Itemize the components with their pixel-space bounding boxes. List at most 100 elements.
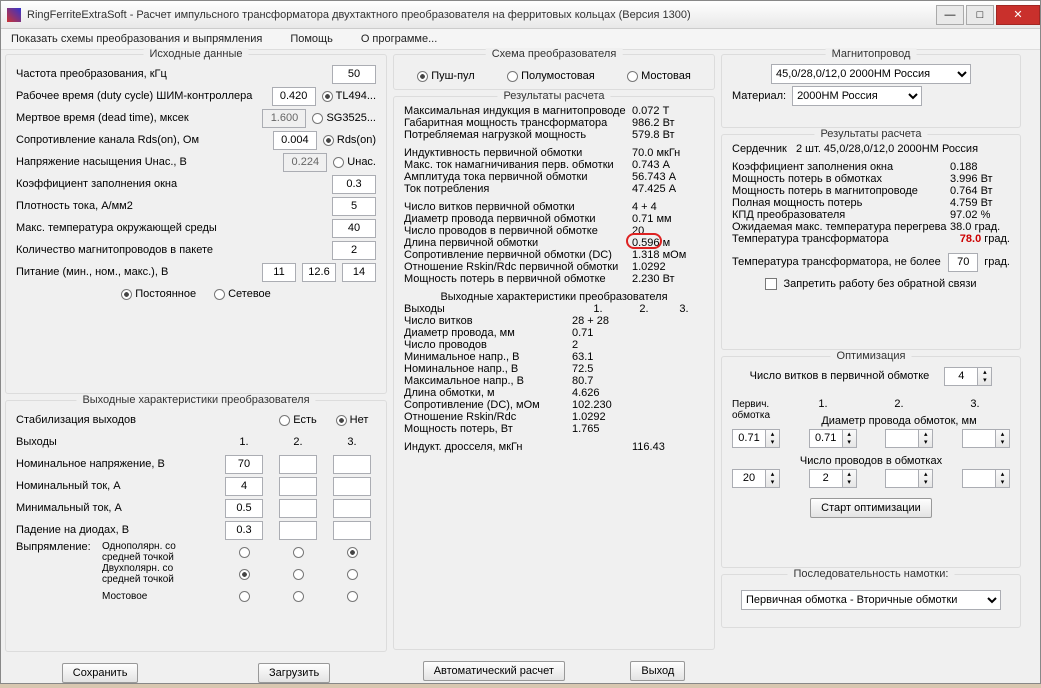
push-pull-radio[interactable]: Пуш-пул	[417, 70, 475, 82]
d1-spin[interactable]: ▴▾	[809, 429, 857, 448]
mid-out-hdr2: 2.	[624, 303, 664, 315]
dc-radio[interactable]: Постоянное	[121, 288, 196, 300]
start-optimize-button[interactable]: Старт оптимизации	[810, 498, 932, 518]
d0-spin[interactable]: ▴▾	[732, 429, 780, 448]
nw2-spin[interactable]: ▴▾	[885, 469, 933, 488]
ac-radio[interactable]: Сетевое	[214, 288, 271, 300]
imin-label: Минимальный ток, А	[16, 502, 214, 514]
ncores-input[interactable]	[332, 241, 376, 260]
rect2-1[interactable]	[239, 569, 250, 580]
vnom2-input[interactable]	[279, 455, 317, 474]
rect3-1[interactable]	[239, 591, 250, 602]
tl494-radio[interactable]: TL494...	[322, 90, 376, 102]
highlight-circle	[626, 233, 662, 249]
minimize-button[interactable]: —	[936, 5, 964, 25]
load-button[interactable]: Загрузить	[258, 663, 330, 683]
auto-calc-button[interactable]: Автоматический расчет	[423, 661, 565, 681]
vmin-input[interactable]	[262, 263, 296, 282]
tlim-input[interactable]	[948, 253, 978, 272]
nw3-spin[interactable]: ▴▾	[962, 469, 1010, 488]
tamb-input[interactable]	[332, 219, 376, 238]
inom2-input[interactable]	[279, 477, 317, 496]
rect-mode2-label: Двухполярн. со средней точкой	[102, 563, 214, 585]
menu-about[interactable]: О программе...	[361, 33, 437, 45]
menu-help[interactable]: Помощь	[290, 33, 333, 45]
stab-yes-radio[interactable]: Есть	[274, 414, 322, 426]
sg3525-radio[interactable]: SG3525...	[312, 112, 376, 124]
half-bridge-radio[interactable]: Полумостовая	[507, 70, 595, 82]
ttrans-unit: град.	[984, 233, 1010, 245]
j-label: Плотность тока, А/мм2	[16, 200, 326, 212]
app-icon	[7, 8, 21, 22]
core-panel: Магнитопровод 45,0/28,0/12,0 2000НМ Росс…	[721, 54, 1021, 128]
rect2-2[interactable]	[293, 569, 304, 580]
input-panel: Исходные данные Частота преобразования, …	[5, 54, 387, 394]
usat-label: Напряжение насыщения Uнас., В	[16, 156, 277, 168]
sequence-select[interactable]: Первичная обмотка - Вторичные обмотки	[741, 590, 1001, 610]
nofeedback-check[interactable]	[765, 278, 777, 290]
maximize-button[interactable]: □	[966, 5, 994, 25]
stab-no-radio[interactable]: Нет	[328, 414, 376, 426]
material-select[interactable]: 2000НМ Россия	[792, 86, 922, 106]
rds-input[interactable]	[273, 131, 317, 150]
unasc-radio[interactable]: Uнас.	[333, 156, 376, 168]
core-select[interactable]: 45,0/28,0/12,0 2000НМ Россия	[771, 64, 971, 84]
nw1-spin[interactable]: ▴▾	[809, 469, 857, 488]
outputs-panel: Выходные характеристики преобразователя …	[5, 400, 387, 652]
vnom1-input[interactable]	[225, 455, 263, 474]
exit-button[interactable]: Выход	[630, 661, 685, 681]
d3-spin[interactable]: ▴▾	[962, 429, 1010, 448]
optimize-panel: Оптимизация Число витков в первичной обм…	[721, 356, 1021, 568]
tlim-unit: град.	[984, 256, 1010, 268]
col3-hdr: 3.	[328, 436, 376, 448]
menu-schemes[interactable]: Показать схемы преобразования и выпрямле…	[11, 33, 262, 45]
nturns-spin[interactable]: ▴▾	[944, 367, 992, 386]
mid-out-hdr3: 3.	[664, 303, 704, 315]
rect1-1[interactable]	[239, 547, 250, 558]
rect3-2[interactable]	[293, 591, 304, 602]
imin1-input[interactable]	[225, 499, 263, 518]
vnom3-input[interactable]	[333, 455, 371, 474]
vnom-input[interactable]	[302, 263, 336, 282]
nw0-spin[interactable]: ▴▾	[732, 469, 780, 488]
core-k: Сердечник	[732, 143, 796, 155]
rect-mode3-label: Мостовое	[102, 591, 214, 602]
vmax-input[interactable]	[342, 263, 376, 282]
sequence-title: Последовательность намотки:	[788, 568, 955, 580]
prim-label: Первич. обмотка	[732, 399, 782, 421]
nwires-label: Число проводов в обмотках	[732, 455, 1010, 467]
results-panel-mid: Результаты расчета Максимальная индукция…	[393, 96, 715, 650]
freq-input[interactable]	[332, 65, 376, 84]
rdson-radio[interactable]: Rds(on)	[323, 134, 376, 146]
rect2-3[interactable]	[347, 569, 358, 580]
duty-label: Рабочее время (duty cycle) ШИМ-контролле…	[16, 90, 266, 102]
d2-spin[interactable]: ▴▾	[885, 429, 933, 448]
inom1-input[interactable]	[225, 477, 263, 496]
window-title: RingFerriteExtraSoft - Расчет импульсног…	[27, 9, 934, 21]
vd1-input[interactable]	[225, 521, 263, 540]
core-v: 2 шт. 45,0/28,0/12,0 2000НМ Россия	[796, 143, 978, 155]
deadtime-label: Мертвое время (dead time), мксек	[16, 112, 256, 124]
choke-label: Индукт. дросселя, мкГн	[404, 441, 632, 453]
outputs-panel-title: Выходные характеристики преобразователя	[76, 394, 315, 406]
save-button[interactable]: Сохранить	[62, 663, 139, 683]
close-button[interactable]: ✕	[996, 5, 1040, 25]
mid-out-hdr1: 1.	[572, 303, 624, 315]
outs-label: Выходы	[16, 436, 214, 448]
vd3-input[interactable]	[333, 521, 371, 540]
rect1-2[interactable]	[293, 547, 304, 558]
core-panel-title: Магнитопровод	[826, 48, 917, 60]
rect1-3[interactable]	[347, 547, 358, 558]
duty-input[interactable]	[272, 87, 316, 106]
inom3-input[interactable]	[333, 477, 371, 496]
vd2-input[interactable]	[279, 521, 317, 540]
menu-bar: Показать схемы преобразования и выпрямле…	[1, 29, 1040, 50]
vd-label: Падение на диодах, В	[16, 524, 214, 536]
rect3-3[interactable]	[347, 591, 358, 602]
results-panel-right-title: Результаты расчета	[814, 128, 927, 140]
imin2-input[interactable]	[279, 499, 317, 518]
j-input[interactable]	[332, 197, 376, 216]
full-bridge-radio[interactable]: Мостовая	[627, 70, 691, 82]
kfill-input[interactable]	[332, 175, 376, 194]
imin3-input[interactable]	[333, 499, 371, 518]
